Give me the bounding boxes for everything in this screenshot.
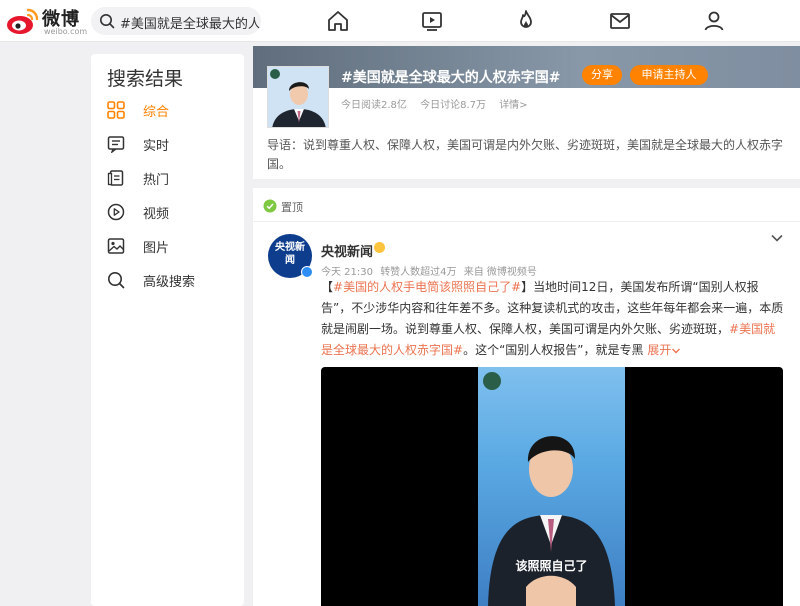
video-player[interactable]: 该照照自己了 bbox=[321, 367, 783, 606]
filter-images[interactable]: 图片 bbox=[107, 234, 237, 258]
filter-label: 高级搜索 bbox=[143, 275, 196, 290]
expand-link[interactable]: 展开 bbox=[647, 343, 671, 357]
share-button[interactable]: 分享 bbox=[582, 65, 622, 85]
filter-realtime[interactable]: 实时 bbox=[107, 132, 237, 156]
advanced-search-icon bbox=[108, 272, 125, 289]
post-body: 【#美国的人权手电筒该照照自己了#】当地时间12日，美国发布所谓“国别人权报告”… bbox=[321, 277, 786, 361]
filter-hot[interactable]: 热门 bbox=[107, 166, 237, 190]
filter-comprehensive[interactable]: 综合 bbox=[107, 98, 237, 122]
chevron-down-icon[interactable] bbox=[770, 231, 784, 245]
hot-icon[interactable] bbox=[514, 9, 538, 33]
post-meta: 今天 21:30 转赞人数超过4万 来自 微博视频号 bbox=[321, 263, 541, 278]
filter-label: 图片 bbox=[143, 241, 170, 256]
post-text: 。这个“国别人权报告”，就是专黑 bbox=[463, 343, 644, 357]
weibo-logo[interactable]: 微博 weibo.com bbox=[6, 5, 88, 37]
topic-title[interactable]: #美国就是全球最大的人权赤字国# bbox=[341, 67, 560, 87]
feed-post-card: 置顶 央视新闻 央视新闻 今天 21:30 转赞人数超过4万 来自 微博视频号 … bbox=[253, 188, 800, 606]
video-icon[interactable] bbox=[420, 9, 444, 33]
search-icon bbox=[100, 14, 115, 29]
pin-icon bbox=[263, 199, 277, 213]
weibo-eye-icon bbox=[7, 8, 39, 34]
channel-logo-icon bbox=[270, 69, 280, 79]
apply-host-button[interactable]: 申请主持人 bbox=[630, 65, 708, 85]
verified-badge-icon bbox=[301, 266, 313, 278]
avatar-text: 央视新闻 bbox=[275, 242, 305, 266]
filter-label: 综合 bbox=[143, 105, 170, 120]
topic-stats: 今日阅读2.8亿 今日讨论8.7万 详情> bbox=[341, 96, 538, 111]
filter-label: 视频 bbox=[143, 207, 170, 222]
bracket-open: 【 bbox=[321, 280, 334, 294]
search-results-title: 搜索结果 bbox=[107, 68, 184, 90]
expand-chevron-icon[interactable] bbox=[671, 346, 681, 356]
topic-header-card: #美国就是全球最大的人权赤字国# 分享 申请主持人 今日阅读2.8亿 今日讨论8… bbox=[253, 46, 800, 179]
author-name[interactable]: 央视新闻 bbox=[321, 241, 373, 260]
video-caption: 该照照自己了 bbox=[515, 559, 588, 573]
play-icon bbox=[107, 203, 125, 221]
user-icon[interactable] bbox=[702, 9, 726, 33]
top-navigation-bar: 微博 weibo.com #美国就是全球最大的人权赤字国# bbox=[0, 0, 800, 42]
realtime-icon bbox=[107, 136, 125, 153]
mail-icon[interactable] bbox=[608, 9, 632, 33]
search-filter-panel: 搜索结果 综合 实时 热门 视频 图片 高级搜索 bbox=[91, 54, 244, 606]
hot-list-icon bbox=[107, 170, 124, 186]
topic-intro: 导语：说到尊重人权、保障人权，美国可谓是内外欠账、劣迹斑斑，美国就是全球最大的人… bbox=[267, 138, 784, 171]
grid-icon bbox=[107, 101, 125, 119]
search-query-text: #美国就是全球最大的人权赤字国# bbox=[120, 17, 261, 32]
home-icon[interactable] bbox=[326, 9, 350, 33]
divider bbox=[253, 221, 800, 222]
pinned-text: 置顶 bbox=[281, 201, 303, 214]
details-link[interactable]: 详情> bbox=[499, 100, 527, 111]
hashtag-link[interactable]: #美国的人权手电筒该照照自己了# bbox=[333, 280, 521, 294]
filter-label: 实时 bbox=[143, 139, 170, 154]
daily-discussions: 今日讨论8.7万 bbox=[420, 100, 486, 111]
daily-reads: 今日阅读2.8亿 bbox=[341, 100, 407, 111]
logo-subtext: weibo.com bbox=[44, 27, 88, 36]
search-input[interactable]: #美国就是全球最大的人权赤字国# bbox=[91, 7, 261, 35]
filter-video[interactable]: 视频 bbox=[107, 200, 237, 224]
filter-advanced-search[interactable]: 高级搜索 bbox=[107, 268, 237, 292]
member-badge-icon bbox=[374, 242, 385, 253]
filter-label: 热门 bbox=[143, 173, 170, 188]
topic-avatar[interactable] bbox=[267, 66, 329, 128]
image-icon bbox=[107, 238, 125, 254]
